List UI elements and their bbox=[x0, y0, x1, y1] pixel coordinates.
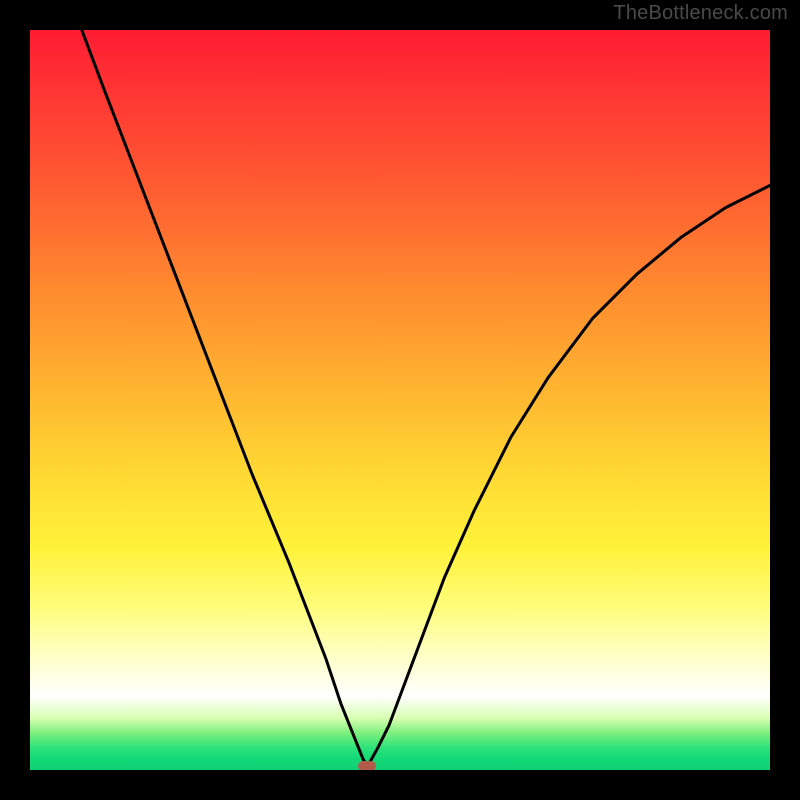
curve-right-branch bbox=[367, 185, 770, 765]
watermark-text: TheBottleneck.com bbox=[613, 2, 788, 25]
chart-frame: TheBottleneck.com bbox=[0, 0, 800, 800]
plot-area bbox=[30, 30, 770, 770]
bottleneck-curve bbox=[30, 30, 770, 770]
curve-left-branch bbox=[82, 30, 367, 766]
optimal-point-marker bbox=[358, 761, 376, 770]
